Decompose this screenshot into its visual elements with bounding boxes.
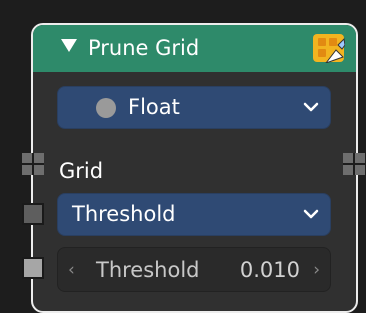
mode-input-socket[interactable] — [22, 203, 44, 225]
threshold-input-socket[interactable] — [22, 257, 44, 279]
threshold-field-value: 0.010 — [239, 258, 300, 282]
decrement-arrow-icon[interactable]: ‹ — [68, 260, 75, 280]
chevron-down-icon — [303, 102, 319, 112]
type-color-dot-icon — [96, 98, 116, 118]
increment-arrow-icon[interactable]: › — [313, 260, 320, 280]
grid-socket-label: Grid — [59, 159, 104, 183]
threshold-field-label: Threshold — [96, 258, 200, 282]
mode-value: Threshold — [72, 202, 176, 226]
data-type-dropdown[interactable]: Float — [57, 86, 331, 129]
node-title: Prune Grid — [88, 36, 200, 60]
node-grid-tool-icon — [313, 34, 345, 63]
grid-output-socket[interactable] — [343, 153, 365, 175]
chevron-down-icon — [303, 209, 319, 219]
data-type-value: Float — [128, 95, 180, 119]
prune-grid-node[interactable]: Prune Grid Float Grid Threshold ‹ Thresh… — [31, 23, 358, 313]
collapse-triangle-icon[interactable] — [61, 39, 77, 52]
threshold-number-field[interactable]: ‹ Threshold 0.010 › — [57, 247, 331, 292]
mode-dropdown[interactable]: Threshold — [57, 193, 331, 236]
grid-input-socket[interactable] — [22, 153, 44, 175]
node-header[interactable]: Prune Grid — [33, 25, 356, 72]
